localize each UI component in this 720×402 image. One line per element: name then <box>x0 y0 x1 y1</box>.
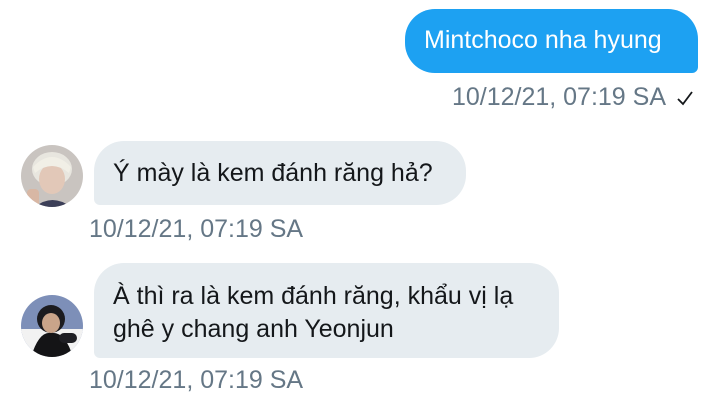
message-text: Ý mày là kem đánh răng hả? <box>113 159 433 187</box>
timestamp-text: 10/12/21, 07:19 SA <box>89 366 304 394</box>
avatar[interactable] <box>21 145 83 207</box>
outgoing-message-bubble[interactable]: Mintchoco nha hyung <box>405 9 698 73</box>
message-timestamp: 10/12/21, 07:19 SA <box>452 83 694 113</box>
incoming-message-bubble[interactable]: À thì ra là kem đánh răng, khẩu vị lạ gh… <box>94 263 559 358</box>
message-timestamp: 10/12/21, 07:19 SA <box>89 215 303 244</box>
check-icon <box>676 84 694 113</box>
message-timestamp: 10/12/21, 07:19 SA <box>89 366 303 395</box>
avatar[interactable] <box>21 295 83 357</box>
message-text: Mintchoco nha hyung <box>424 26 662 54</box>
message-text-line: ghê y chang anh Yeonjun <box>113 315 394 343</box>
message-text-line: À thì ra là kem đánh răng, khẩu vị lạ <box>113 282 514 310</box>
timestamp-text: 10/12/21, 07:19 SA <box>89 215 304 243</box>
incoming-message-bubble[interactable]: Ý mày là kem đánh răng hả? <box>94 141 466 205</box>
timestamp-text: 10/12/21, 07:19 SA <box>451 83 666 111</box>
